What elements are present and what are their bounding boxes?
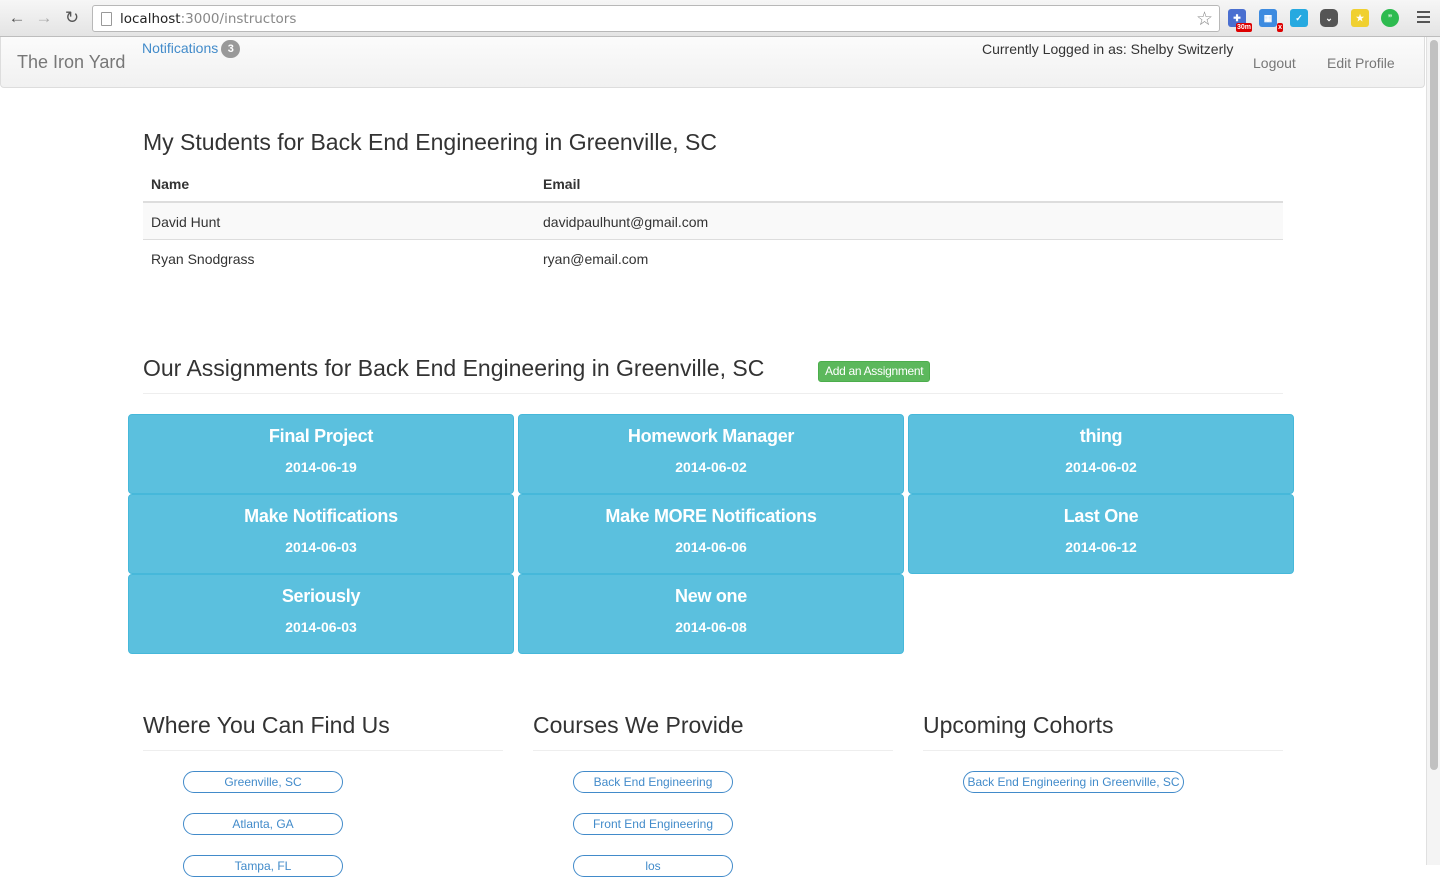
student-name: David Hunt	[151, 214, 221, 230]
edit-profile-link[interactable]: Edit Profile	[1327, 55, 1395, 71]
add-assignment-button[interactable]: Add an Assignment	[818, 361, 931, 382]
browser-toolbar: ← → ↻ localhost:3000/instructors ☆ ✚ 30m …	[0, 0, 1440, 37]
assignment-date: 2014-06-19	[285, 459, 357, 475]
table-row: David Hunt davidpaulhunt@gmail.com	[143, 203, 1283, 240]
location-pill[interactable]: Greenville, SC	[183, 771, 343, 793]
assignment-card[interactable]: Make Notifications 2014-06-03	[128, 494, 514, 574]
location-pill[interactable]: Tampa, FL	[183, 855, 343, 877]
notifications-link[interactable]: Notifications 3	[142, 40, 241, 58]
bookmark-star-icon[interactable]: ☆	[1196, 8, 1213, 31]
assignment-card[interactable]: Make MORE Notifications 2014-06-06	[518, 494, 904, 574]
browser-menu-icon[interactable]	[1417, 11, 1430, 26]
course-pill[interactable]: Front End Engineering	[573, 813, 733, 835]
page-icon	[101, 12, 112, 26]
extension-star-icon[interactable]: ★	[1351, 9, 1369, 27]
course-pill[interactable]: los	[573, 855, 733, 877]
forward-icon[interactable]: →	[34, 8, 54, 28]
course-pill[interactable]: Back End Engineering	[573, 771, 733, 793]
assignment-title: Make Notifications	[244, 506, 398, 526]
assignment-date: 2014-06-03	[285, 619, 357, 635]
assignment-date: 2014-06-06	[675, 539, 747, 555]
site-navbar: The Iron Yard Notifications 3 Currently L…	[0, 37, 1425, 88]
assignment-card[interactable]: thing 2014-06-02	[908, 414, 1294, 494]
assignment-title: New one	[675, 586, 747, 606]
assignment-title: Homework Manager	[627, 426, 795, 446]
assignment-title: Final Project	[268, 426, 374, 446]
assignment-title: thing	[1079, 426, 1123, 446]
extension-check-icon[interactable]: ✓	[1290, 9, 1308, 27]
assignment-date: 2014-06-02	[1065, 459, 1137, 475]
extension-calendar-icon[interactable]: ▦ x	[1259, 9, 1283, 32]
assignment-title: Seriously	[281, 586, 361, 606]
assignment-date: 2014-06-03	[285, 539, 357, 555]
table-row: Ryan Snodgrass ryan@email.com	[143, 240, 1283, 277]
assignment-title: Last One	[1063, 506, 1139, 526]
scrollbar-thumb[interactable]	[1430, 40, 1438, 770]
cohort-pill[interactable]: Back End Engineering in Greenville, SC	[963, 771, 1184, 793]
assignment-card[interactable]: Seriously 2014-06-03	[128, 574, 514, 654]
column-header-name: Name	[151, 176, 190, 192]
assignment-card[interactable]: Homework Manager 2014-06-02	[518, 414, 904, 494]
assignment-date: 2014-06-02	[675, 459, 747, 475]
url-text[interactable]: localhost:3000/instructors	[120, 11, 296, 27]
assignment-date: 2014-06-12	[1065, 539, 1137, 555]
assignment-card[interactable]: Final Project 2014-06-19	[128, 414, 514, 494]
pocket-icon[interactable]: ⌄	[1320, 9, 1338, 27]
brand-link[interactable]: The Iron Yard	[17, 52, 125, 73]
student-email: ryan@email.com	[543, 251, 649, 267]
student-name: Ryan Snodgrass	[151, 251, 255, 267]
hangouts-icon[interactable]: ”	[1381, 9, 1399, 27]
assignment-card[interactable]: New one 2014-06-08	[518, 574, 904, 654]
courses-heading: Courses We Provide	[533, 712, 893, 751]
assignments-header: Our Assignments for Back End Engineering…	[143, 355, 1283, 394]
page-scrollbar[interactable]	[1426, 37, 1440, 865]
locations-heading: Where You Can Find Us	[143, 712, 503, 751]
students-heading: My Students for Back End Engineering in …	[143, 129, 718, 155]
reload-icon[interactable]: ↻	[62, 8, 82, 28]
notifications-label[interactable]: Notifications	[142, 40, 218, 56]
extension-timer-icon[interactable]: ✚ 30m	[1228, 9, 1252, 32]
notifications-count-badge: 3	[221, 40, 241, 58]
assignments-heading: Our Assignments for Back End Engineering…	[143, 355, 765, 381]
address-bar[interactable]: localhost:3000/instructors ☆	[92, 5, 1220, 32]
logged-in-status: Currently Logged in as: Shelby Switzerly	[982, 41, 1234, 57]
assignment-title: Make MORE Notifications	[605, 506, 817, 526]
column-header-email: Email	[543, 176, 581, 192]
assignment-date: 2014-06-08	[675, 619, 747, 635]
location-pill[interactable]: Atlanta, GA	[183, 813, 343, 835]
assignment-card[interactable]: Last One 2014-06-12	[908, 494, 1294, 574]
logout-link[interactable]: Logout	[1253, 55, 1296, 71]
student-email: davidpaulhunt@gmail.com	[543, 214, 709, 230]
cohorts-heading: Upcoming Cohorts	[923, 712, 1283, 751]
back-icon[interactable]: ←	[7, 8, 27, 28]
